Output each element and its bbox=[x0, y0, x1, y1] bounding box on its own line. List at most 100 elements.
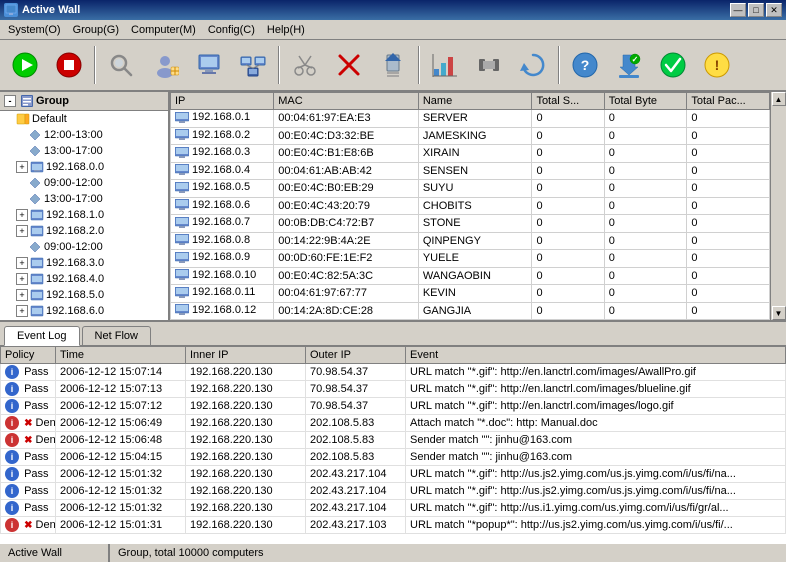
col-ip[interactable]: IP bbox=[171, 93, 274, 110]
tool-button[interactable] bbox=[468, 44, 510, 86]
tree-node-09-12[interactable]: 09:00-12:00 bbox=[0, 175, 168, 191]
chart-button[interactable] bbox=[424, 44, 466, 86]
log-row[interactable]: i Pass 2006-12-12 15:01:32 192.168.220.1… bbox=[1, 466, 786, 483]
log-row[interactable]: i ✖ Deny 2006-12-12 15:01:31 192.168.220… bbox=[1, 517, 786, 534]
up-arrow-icon bbox=[377, 49, 409, 81]
policy-icon: i bbox=[5, 501, 19, 515]
tree-label-13-17b: 13:00-17:00 bbox=[44, 193, 103, 205]
col-name[interactable]: Name bbox=[418, 93, 532, 110]
log-row[interactable]: i Pass 2006-12-12 15:04:15 192.168.220.1… bbox=[1, 449, 786, 466]
log-row[interactable]: i Pass 2006-12-12 15:01:32 192.168.220.1… bbox=[1, 500, 786, 517]
log-col-outer[interactable]: Outer IP bbox=[306, 347, 406, 364]
computer-row[interactable]: 192.168.0.4 00:04:61:AB:AB:42 SENSEN 0 0… bbox=[171, 162, 770, 180]
minimize-button[interactable]: — bbox=[730, 3, 746, 17]
tab-net-flow[interactable]: Net Flow bbox=[82, 326, 151, 345]
cell-total-s: 0 bbox=[532, 110, 604, 128]
close-button[interactable]: ✕ bbox=[766, 3, 782, 17]
delete-button[interactable] bbox=[328, 44, 370, 86]
cell-total-pac: 0 bbox=[687, 285, 770, 303]
refresh-button[interactable] bbox=[512, 44, 554, 86]
play-button[interactable] bbox=[4, 44, 46, 86]
download-button[interactable]: ✓ bbox=[608, 44, 650, 86]
tree-node-192-168-3[interactable]: + 192.168.3.0 bbox=[0, 255, 168, 271]
log-col-event[interactable]: Event bbox=[406, 347, 786, 364]
up-button[interactable] bbox=[372, 44, 414, 86]
chart-icon bbox=[429, 49, 461, 81]
tree-toggle-192-168-2[interactable]: + bbox=[16, 225, 28, 237]
tree-node-12-13[interactable]: 12:00-13:00 bbox=[0, 127, 168, 143]
approve-button[interactable] bbox=[652, 44, 694, 86]
computer-row[interactable]: 192.168.0.2 00:E0:4C:D3:32:BE JAMESKING … bbox=[171, 127, 770, 145]
tree-node-192-168-0[interactable]: + 192.168.0.0 bbox=[0, 159, 168, 175]
tree-node-192-168-1[interactable]: + 192.168.1.0 bbox=[0, 207, 168, 223]
col-total-pac[interactable]: Total Pac... bbox=[687, 93, 770, 110]
menu-help[interactable]: Help(H) bbox=[261, 22, 311, 38]
log-row[interactable]: i Pass 2006-12-12 15:07:13 192.168.220.1… bbox=[1, 381, 786, 398]
computer-row[interactable]: 192.168.0.1 00:04:61:97:EA:E3 SERVER 0 0… bbox=[171, 110, 770, 128]
log-row[interactable]: i ✖ Deny 2006-12-12 15:06:48 192.168.220… bbox=[1, 432, 786, 449]
log-col-time[interactable]: Time bbox=[56, 347, 186, 364]
menu-computer[interactable]: Computer(M) bbox=[125, 22, 202, 38]
stop-button[interactable] bbox=[48, 44, 90, 86]
alert-button[interactable]: ! bbox=[696, 44, 738, 86]
col-total-s[interactable]: Total S... bbox=[532, 93, 604, 110]
menu-group[interactable]: Group(G) bbox=[67, 22, 125, 38]
tree-node-192-168-4[interactable]: + 192.168.4.0 bbox=[0, 271, 168, 287]
computer-row[interactable]: 192.168.0.10 00:E0:4C:82:5A:3C WANGAOBIN… bbox=[171, 267, 770, 285]
cell-total-byte: 0 bbox=[604, 267, 687, 285]
scrollbar-up[interactable]: ▲ bbox=[772, 92, 786, 106]
group-button[interactable] bbox=[232, 44, 274, 86]
search-button[interactable] bbox=[100, 44, 142, 86]
log-row[interactable]: i Pass 2006-12-12 15:07:14 192.168.220.1… bbox=[1, 364, 786, 381]
computer-row[interactable]: 192.168.0.9 00:0D:60:FE:1E:F2 YUELE 0 0 … bbox=[171, 250, 770, 268]
tree-toggle-192-168-0[interactable]: + bbox=[16, 161, 28, 173]
log-row[interactable]: i Pass 2006-12-12 15:07:12 192.168.220.1… bbox=[1, 398, 786, 415]
policy-text: Deny bbox=[36, 417, 56, 429]
tree-node-192-168-5[interactable]: + 192.168.5.0 bbox=[0, 287, 168, 303]
menu-config[interactable]: Config(C) bbox=[202, 22, 261, 38]
tree-node-09-12b[interactable]: 09:00-12:00 bbox=[0, 239, 168, 255]
cell-inner-ip: 192.168.220.130 bbox=[186, 381, 306, 398]
log-row[interactable]: i Pass 2006-12-12 15:01:32 192.168.220.1… bbox=[1, 483, 786, 500]
log-row[interactable]: i ✖ Deny 2006-12-12 15:06:49 192.168.220… bbox=[1, 415, 786, 432]
tree-node-default[interactable]: Default bbox=[0, 111, 168, 127]
log-col-policy[interactable]: Policy bbox=[1, 347, 56, 364]
cell-name: YUELE bbox=[418, 250, 532, 268]
tree-toggle-192-168-1[interactable]: + bbox=[16, 209, 28, 221]
tree-node-13-17[interactable]: 13:00-17:00 bbox=[0, 143, 168, 159]
log-scroll[interactable]: Policy Time Inner IP Outer IP Event i Pa… bbox=[0, 346, 786, 542]
app-icon bbox=[4, 3, 18, 17]
tree-node-192-168-2[interactable]: + 192.168.2.0 bbox=[0, 223, 168, 239]
tab-event-log[interactable]: Event Log bbox=[4, 326, 80, 346]
policy-text: Pass bbox=[24, 366, 48, 378]
computer-row[interactable]: 192.168.0.11 00:04:61:97:67:77 KEVIN 0 0… bbox=[171, 285, 770, 303]
tree-toggle-192-168-6[interactable]: + bbox=[16, 305, 28, 317]
help-button[interactable]: ? bbox=[564, 44, 606, 86]
computer-row[interactable]: 192.168.0.6 00:E0:4C:43:20:79 CHOBITS 0 … bbox=[171, 197, 770, 215]
cell-total-pac: 0 bbox=[687, 197, 770, 215]
computer-table-scroll[interactable]: IP MAC Name Total S... Total Byte Total … bbox=[170, 92, 770, 320]
tree-toggle-192-168-3[interactable]: + bbox=[16, 257, 28, 269]
computer-row[interactable]: 192.168.0.8 00:14:22:9B:4A:2E QINPENGY 0… bbox=[171, 232, 770, 250]
col-mac[interactable]: MAC bbox=[274, 93, 419, 110]
computer-row[interactable]: 192.168.0.5 00:E0:4C:B0:EB:29 SUYU 0 0 0 bbox=[171, 180, 770, 198]
log-col-inner[interactable]: Inner IP bbox=[186, 347, 306, 364]
user-button[interactable] bbox=[144, 44, 186, 86]
cell-time: 2006-12-12 15:04:15 bbox=[56, 449, 186, 466]
maximize-button[interactable]: □ bbox=[748, 3, 764, 17]
col-total-byte[interactable]: Total Byte bbox=[604, 93, 687, 110]
computer-row[interactable]: 192.168.0.12 00:14:2A:8D:CE:28 GANGJIA 0… bbox=[171, 302, 770, 320]
cell-time: 2006-12-12 15:07:14 bbox=[56, 364, 186, 381]
tree-toggle-192-168-5[interactable]: + bbox=[16, 289, 28, 301]
tree-node-13-17b[interactable]: 13:00-17:00 bbox=[0, 191, 168, 207]
tree-node-192-168-6[interactable]: + 192.168.6.0 bbox=[0, 303, 168, 317]
computer-row[interactable]: 192.168.0.7 00:0B:DB:C4:72:B7 STONE 0 0 … bbox=[171, 215, 770, 233]
computer-row[interactable]: 192.168.0.3 00:E0:4C:B1:E8:6B XIRAIN 0 0… bbox=[171, 145, 770, 163]
computer-button[interactable] bbox=[188, 44, 230, 86]
tree-root-toggle[interactable]: - bbox=[4, 95, 16, 107]
menu-system[interactable]: System(O) bbox=[2, 22, 67, 38]
tree-toggle-192-168-4[interactable]: + bbox=[16, 273, 28, 285]
cell-event: Sender match "": jinhu@163.com bbox=[406, 432, 786, 449]
cut-button[interactable] bbox=[284, 44, 326, 86]
scrollbar-down[interactable]: ▼ bbox=[772, 306, 786, 320]
